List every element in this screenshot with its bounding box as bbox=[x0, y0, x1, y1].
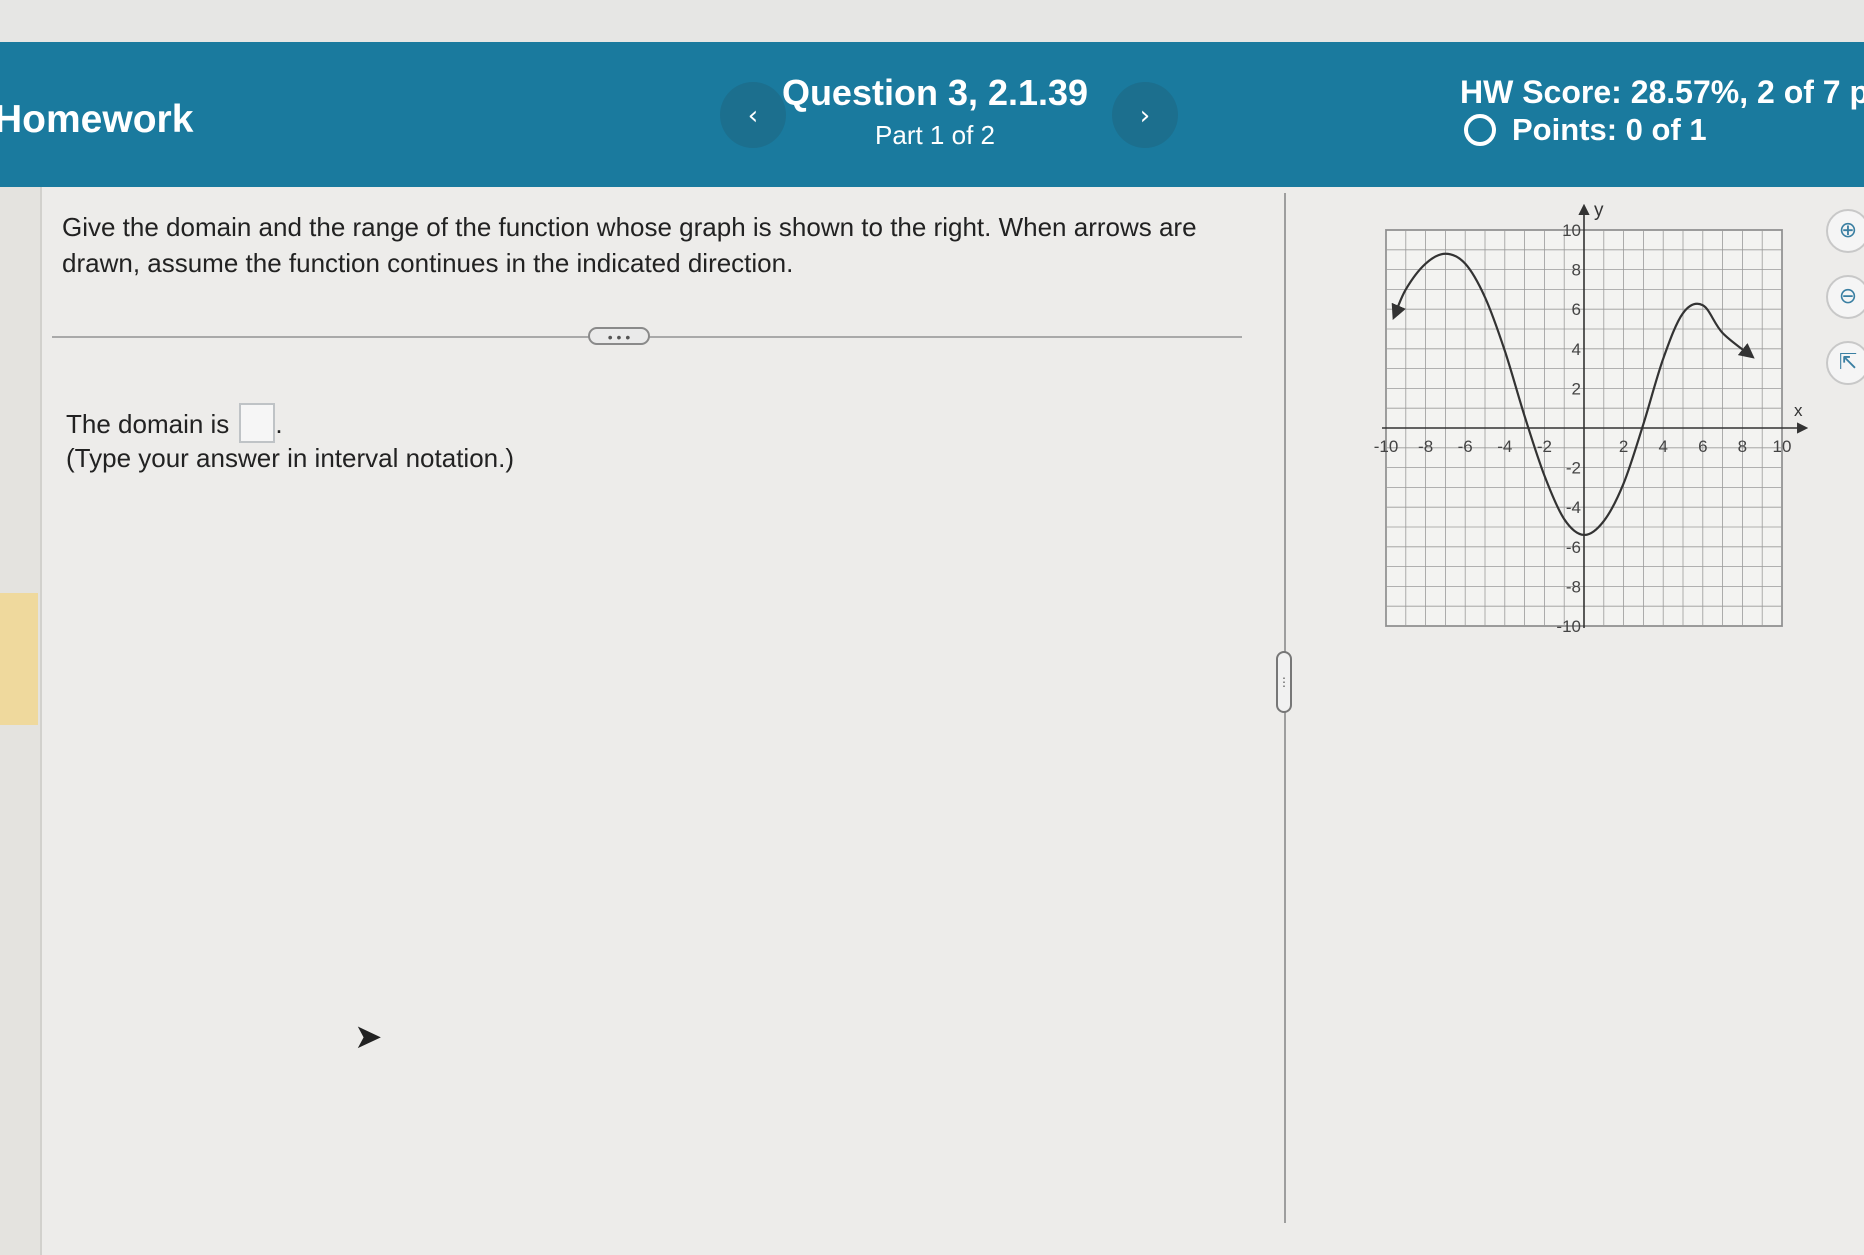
y-tick-label: 6 bbox=[1572, 300, 1581, 319]
x-tick-label: 10 bbox=[1773, 437, 1792, 456]
x-tick-label: -4 bbox=[1497, 437, 1512, 456]
x-tick-label: -10 bbox=[1374, 437, 1399, 456]
y-tick-label: -2 bbox=[1566, 459, 1581, 478]
answer-hint: (Type your answer in interval notation.) bbox=[66, 443, 514, 473]
popout-button[interactable]: ⇱ bbox=[1826, 341, 1864, 385]
y-tick-label: -4 bbox=[1566, 498, 1581, 517]
x-tick-label: 6 bbox=[1698, 437, 1707, 456]
domain-suffix: . bbox=[275, 409, 283, 439]
x-tick-label: 8 bbox=[1738, 437, 1747, 456]
points-status: Points: 0 of 1 bbox=[1464, 112, 1707, 148]
question-panel: Give the domain and the range of the fun… bbox=[0, 187, 1864, 1255]
domain-answer-line: The domain is. bbox=[66, 403, 283, 443]
y-tick-label: -6 bbox=[1566, 538, 1581, 557]
assignment-header: Homework ‹ Question 3, 2.1.39 Part 1 of … bbox=[0, 42, 1864, 187]
y-axis-label: y bbox=[1594, 204, 1604, 221]
x-tick-label: 2 bbox=[1619, 437, 1628, 456]
y-tick-label: 2 bbox=[1572, 379, 1581, 398]
next-question-button[interactable]: › bbox=[1112, 82, 1178, 148]
zoom-in-icon: ⊕ bbox=[1838, 218, 1858, 243]
panel-resize-handle[interactable]: ⋮ bbox=[1276, 651, 1292, 713]
y-tick-label: 4 bbox=[1572, 340, 1581, 359]
sidebar-tab[interactable] bbox=[0, 593, 38, 725]
chevron-right-icon: › bbox=[1139, 101, 1151, 131]
zoom-in-button[interactable]: ⊕ bbox=[1826, 209, 1864, 253]
previous-question-button[interactable]: ‹ bbox=[720, 82, 786, 148]
x-tick-label: -8 bbox=[1418, 437, 1433, 456]
y-tick-label: 8 bbox=[1572, 261, 1581, 280]
domain-answer-input[interactable] bbox=[239, 403, 276, 443]
question-part: Part 1 of 2 bbox=[875, 120, 995, 150]
incomplete-circle-icon bbox=[1464, 114, 1496, 146]
zoom-out-button[interactable]: ⊖ bbox=[1826, 275, 1864, 319]
x-tick-label: -2 bbox=[1537, 437, 1552, 456]
hw-score: HW Score: 28.57%, 2 of 7 poin bbox=[1460, 74, 1864, 110]
x-tick-label: 4 bbox=[1658, 437, 1667, 456]
y-tick-label: -8 bbox=[1566, 577, 1581, 596]
y-tick-label: -10 bbox=[1556, 617, 1581, 636]
points-label: Points: 0 of 1 bbox=[1512, 112, 1707, 147]
domain-prefix: The domain is bbox=[66, 409, 230, 439]
x-tick-label: -6 bbox=[1458, 437, 1473, 456]
function-graph: x y -10 -8 -6 -4 -2 2 4 6 8 10 10 8 6 4 2 -2 -4 -6 -8 -10 bbox=[1374, 204, 1809, 636]
mouse-cursor-icon: ➤ bbox=[354, 1017, 383, 1057]
question-text: Give the domain and the range of the fun… bbox=[62, 212, 1197, 278]
homework-title: Homework bbox=[0, 98, 194, 141]
zoom-out-icon: ⊖ bbox=[1838, 284, 1858, 309]
popout-icon: ⇱ bbox=[1838, 350, 1858, 375]
x-axis-label: x bbox=[1794, 401, 1803, 420]
browser-top-strip bbox=[0, 0, 1864, 42]
chevron-left-icon: ‹ bbox=[747, 101, 759, 131]
y-tick-label: 10 bbox=[1562, 221, 1581, 240]
question-title: Question 3, 2.1.39 bbox=[781, 72, 1089, 113]
expand-more-button[interactable]: • • • bbox=[588, 327, 650, 345]
